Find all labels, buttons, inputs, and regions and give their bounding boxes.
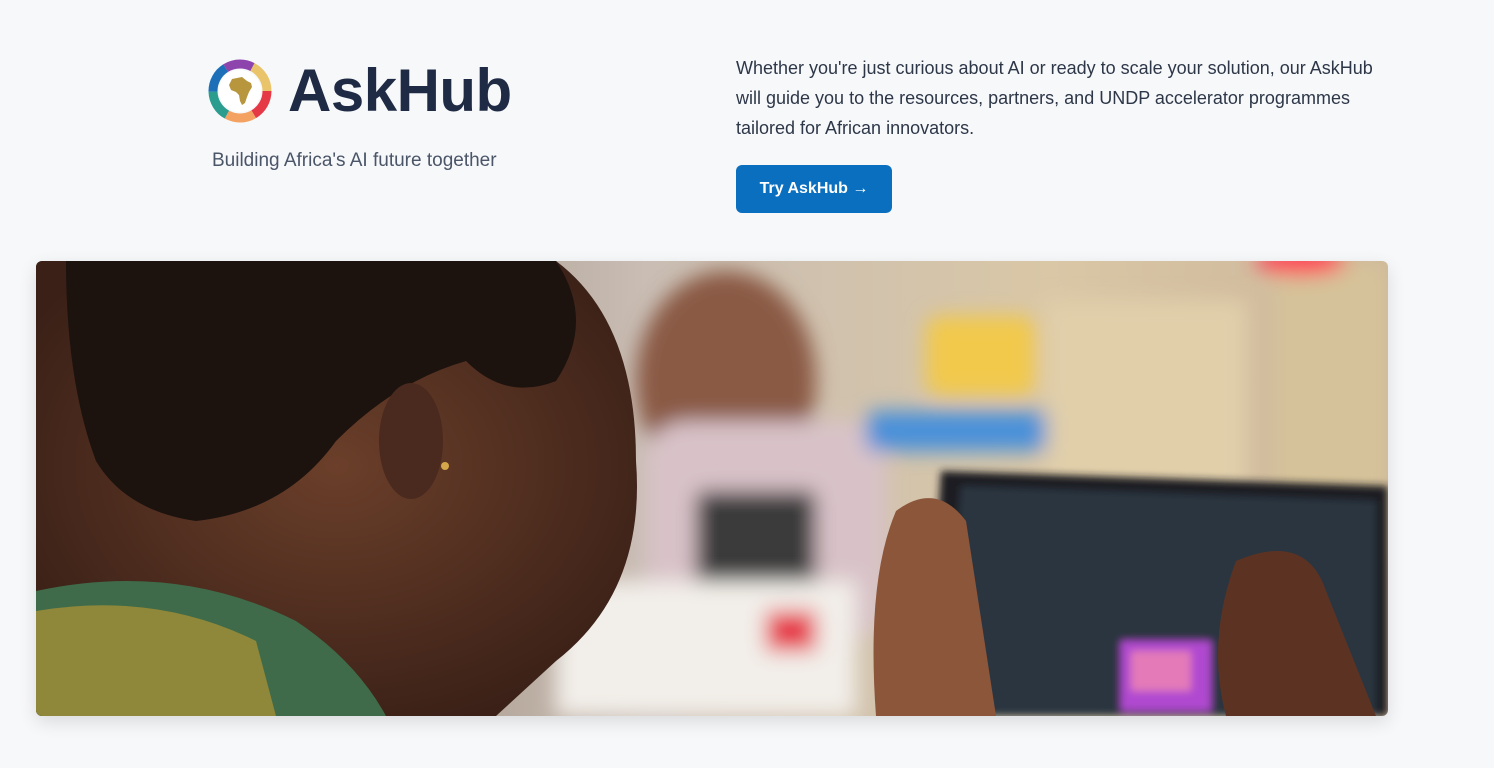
- try-askhub-button[interactable]: Try AskHub →: [736, 165, 892, 213]
- app-title: AskHub: [288, 57, 512, 124]
- intro-text: Whether you're just curious about AI or …: [736, 58, 1373, 138]
- hero-photo: [36, 261, 1388, 716]
- tagline: Building Africa's AI future together: [212, 150, 497, 171]
- brand: AskHub: [208, 56, 512, 126]
- africa-ring-logo-icon: [208, 59, 272, 123]
- hero-image: [36, 261, 1388, 716]
